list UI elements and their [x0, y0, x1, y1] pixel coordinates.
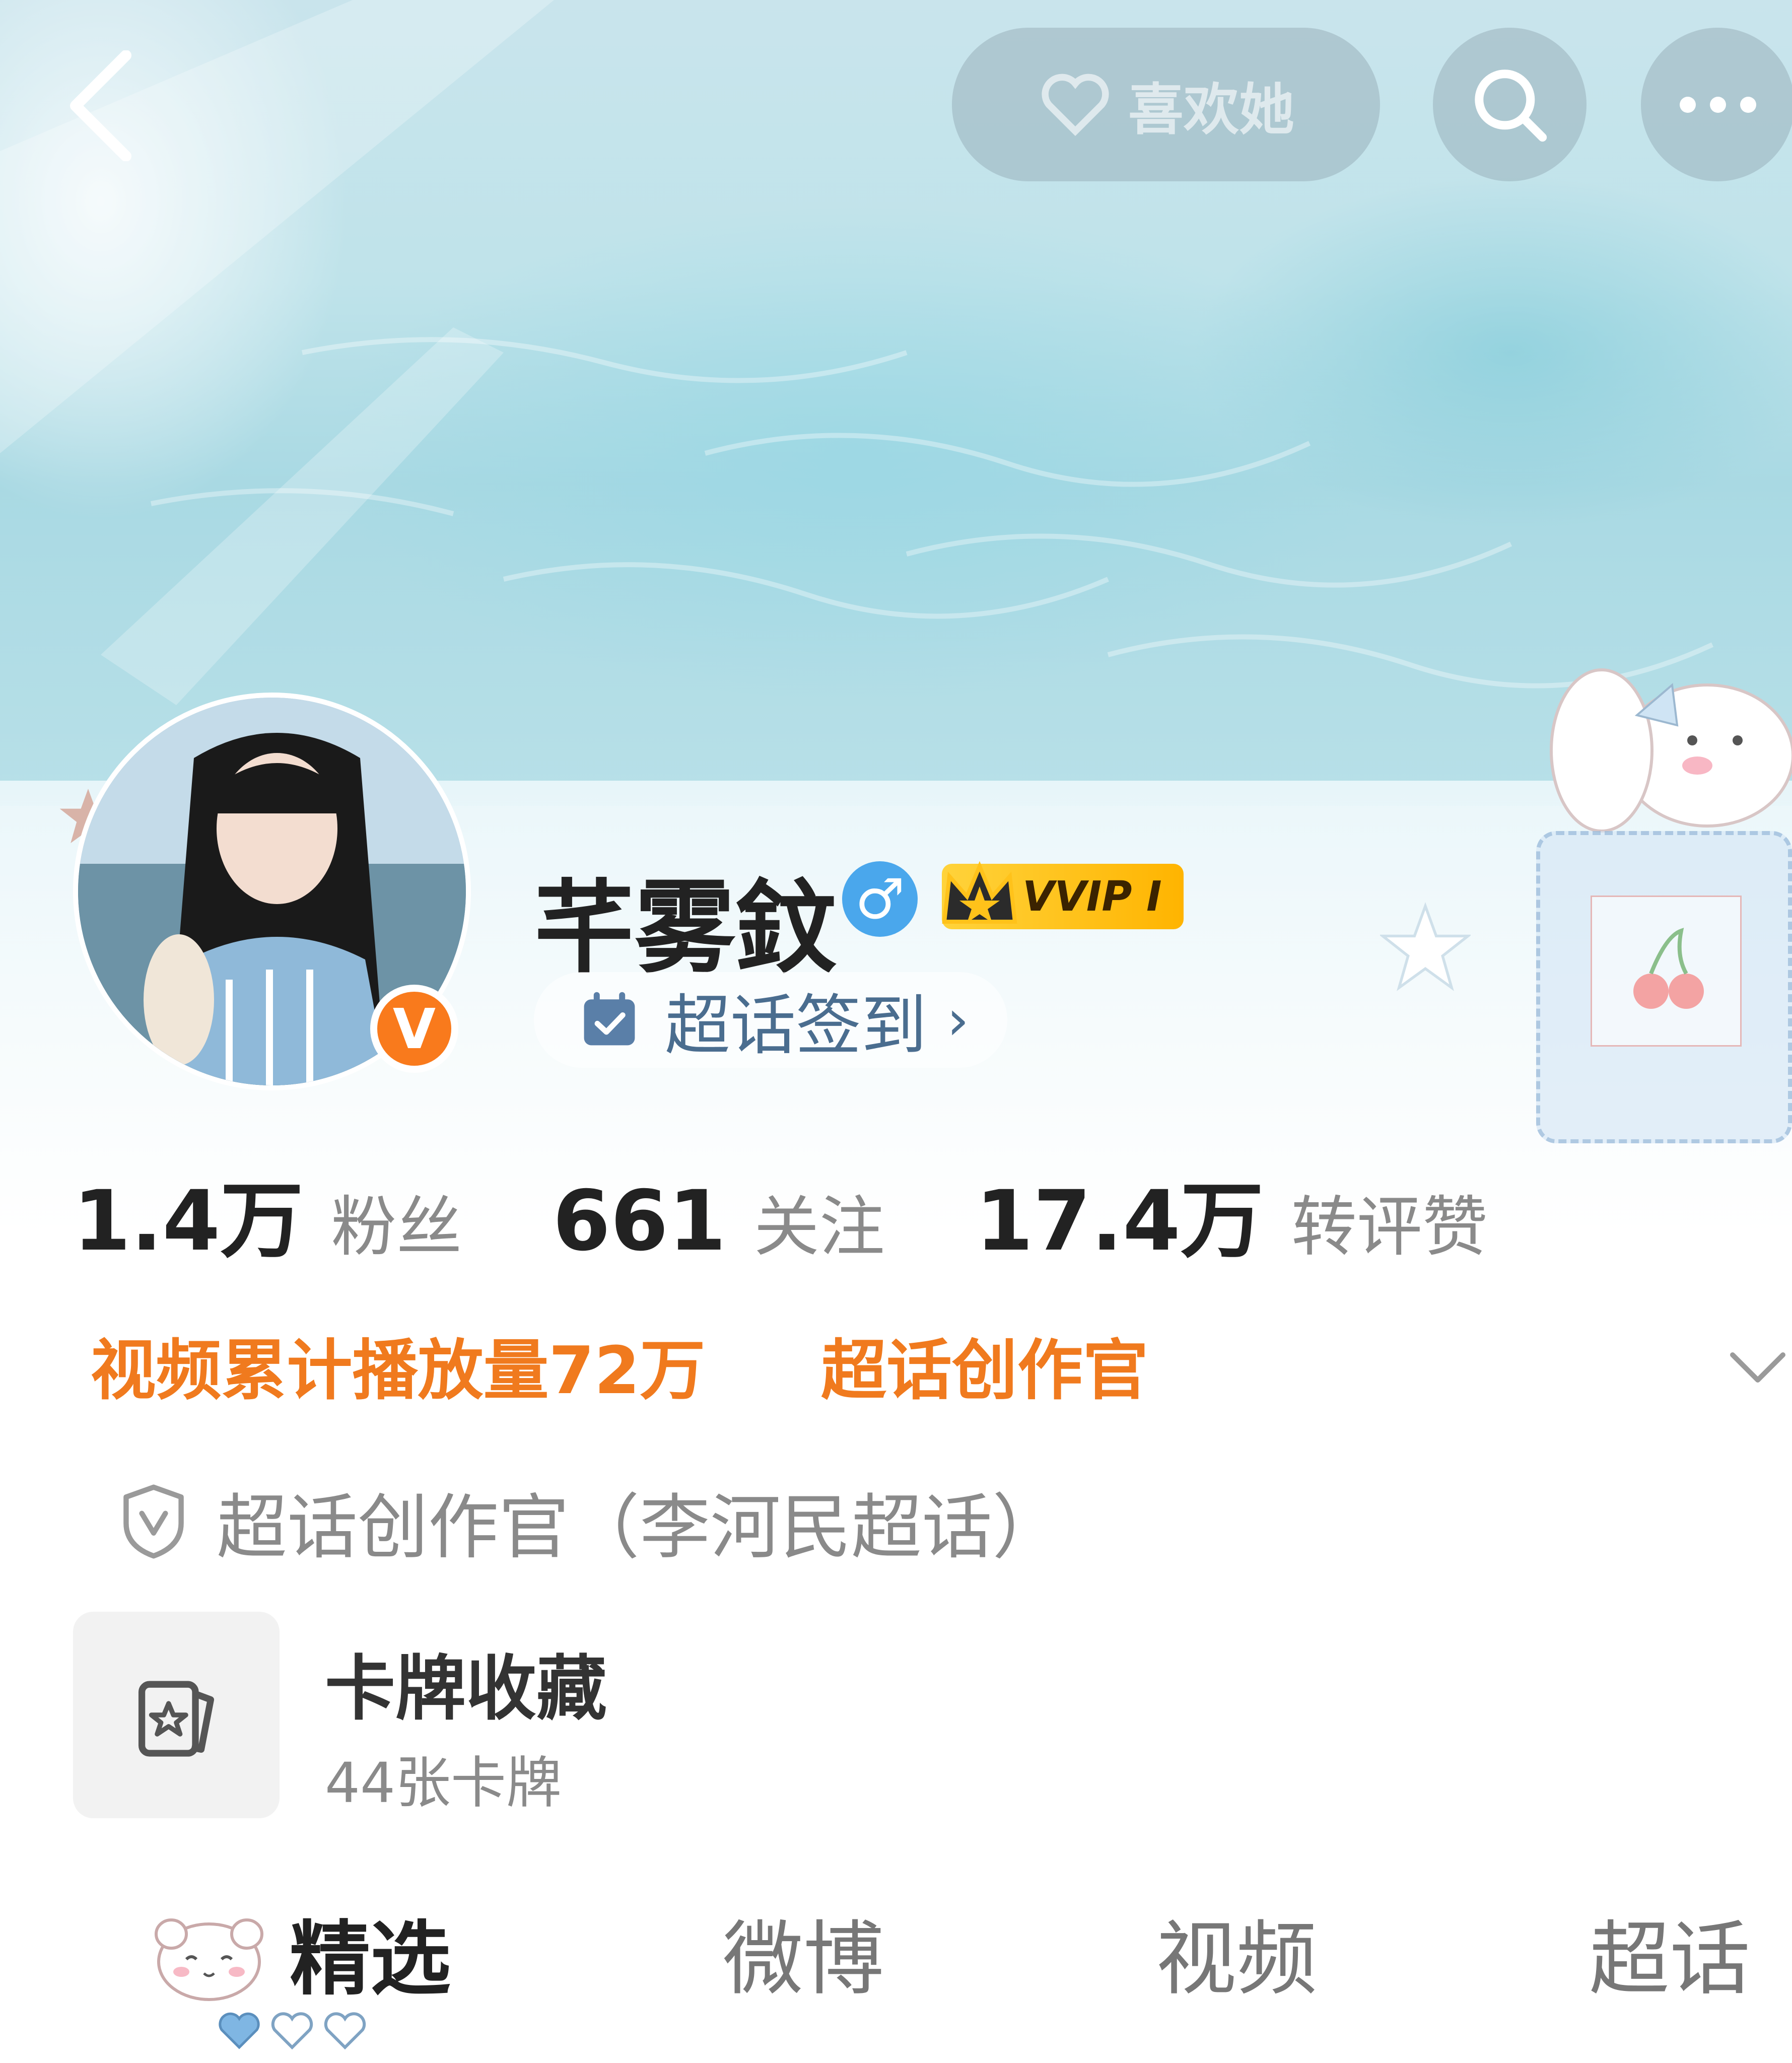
search-button[interactable]	[1433, 28, 1587, 181]
following-label[interactable]: 关注	[754, 1174, 885, 1269]
verified-badge: V	[370, 985, 458, 1073]
tab-video[interactable]: 视频	[1156, 1894, 1317, 2011]
calendar-check-icon	[584, 992, 635, 1046]
more-options-button[interactable]	[1641, 28, 1792, 181]
card-collection-count: 44张卡牌	[325, 1751, 562, 1815]
chevron-right-icon: ›	[947, 988, 970, 1052]
tab-super-topic[interactable]: 超话	[1589, 1894, 1750, 2011]
card-collection-title[interactable]: 卡牌收藏	[325, 1632, 607, 1734]
certification-text: 超话创作官（李河民超话）	[217, 1487, 1063, 1569]
tab-weibo[interactable]: 微博	[723, 1894, 884, 2011]
search-icon	[1474, 69, 1547, 142]
following-count[interactable]: 661	[553, 1173, 726, 1269]
gender-male-icon: ♂	[842, 861, 918, 937]
stats-row: 1.4万 粉丝 661 关注 17.4万 转评赞	[73, 1153, 1578, 1274]
vvip-label: VVIP Ⅰ	[1022, 872, 1162, 921]
card-star-icon	[138, 1681, 215, 1757]
tab-featured[interactable]: 精选	[290, 1894, 451, 2011]
video-plays-tag[interactable]: 视频累计播放量72万	[76, 1304, 720, 1425]
like-her-label: 喜欢她	[1128, 77, 1294, 142]
heart-icon	[1042, 74, 1109, 136]
mascot-icon	[155, 1918, 263, 2001]
cherry-icon	[1591, 896, 1742, 1047]
tab-indicator-hearts-icon	[219, 2012, 366, 2050]
more-icon	[1679, 96, 1756, 113]
crown-icon	[942, 861, 1017, 924]
checkin-label: 超话签到	[665, 987, 927, 1064]
sticker-panel-decoration	[1536, 831, 1792, 1143]
card-collection-thumbnail[interactable]	[73, 1612, 280, 1818]
interactions-label: 转评赞	[1291, 1189, 1488, 1265]
user-name: 芊雾鈫	[534, 869, 837, 987]
star-decoration	[1380, 902, 1471, 991]
cat-sticker-decoration	[1550, 668, 1792, 833]
followers-label[interactable]: 粉丝	[331, 1174, 462, 1269]
like-her-button[interactable]: 喜欢她	[952, 28, 1380, 181]
followers-count[interactable]: 1.4万	[73, 1153, 303, 1274]
back-arrow-icon[interactable]	[65, 50, 136, 161]
interactions-count: 17.4万	[975, 1173, 1264, 1269]
super-topic-checkin-button[interactable]: 超话签到 ›	[534, 972, 1007, 1068]
shield-v-icon	[123, 1484, 184, 1559]
chevron-down-icon[interactable]	[1728, 1335, 1788, 1395]
creator-tag[interactable]: 超话创作官	[796, 1304, 1174, 1425]
certification-row: 超话创作官（李河民超话）	[121, 1471, 1063, 1572]
